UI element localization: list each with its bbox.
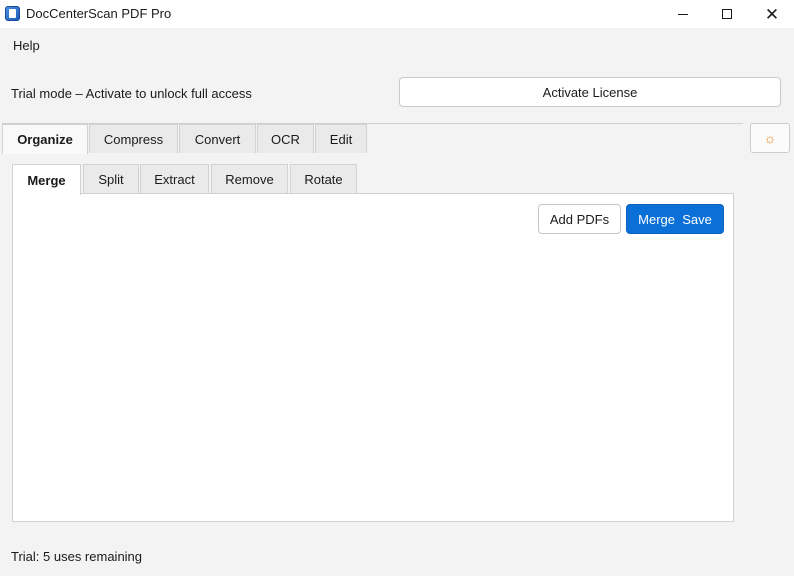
maximize-icon: [722, 9, 732, 19]
tab-convert[interactable]: Convert: [179, 124, 256, 153]
tab-organize[interactable]: Organize: [2, 124, 88, 154]
subtab-extract[interactable]: Extract: [140, 164, 209, 194]
subtab-rotate[interactable]: Rotate: [290, 164, 357, 194]
tab-compress[interactable]: Compress: [89, 124, 178, 153]
activate-license-button[interactable]: Activate License: [399, 77, 781, 107]
trial-message: Trial mode – Activate to unlock full acc…: [11, 86, 252, 101]
menu-bar: Help: [0, 28, 794, 62]
maximize-button[interactable]: [704, 0, 750, 28]
subtab-split[interactable]: Split: [83, 164, 139, 194]
close-icon: ✕: [764, 4, 780, 24]
title-bar: DocCenterScan PDF Pro ✕: [0, 0, 794, 28]
app-icon: [5, 6, 20, 21]
subtab-remove[interactable]: Remove: [211, 164, 288, 194]
subtab-merge[interactable]: Merge: [12, 164, 81, 195]
menu-item-help[interactable]: Help: [13, 38, 40, 53]
status-text: Trial: 5 uses remaining: [11, 549, 143, 564]
merge-panel: Add PDFs Merge Save: [12, 193, 734, 522]
sun-icon: ☼: [763, 130, 777, 146]
tab-ocr[interactable]: OCR: [257, 124, 314, 153]
close-button[interactable]: ✕: [749, 0, 794, 28]
tab-edit[interactable]: Edit: [315, 124, 367, 153]
minimize-button[interactable]: [660, 0, 706, 28]
minimize-icon: [678, 13, 688, 15]
theme-toggle-button[interactable]: ☼: [750, 123, 790, 153]
add-pdfs-button[interactable]: Add PDFs: [538, 204, 621, 234]
merge-save-button[interactable]: Merge Save: [626, 204, 724, 234]
window-title: DocCenterScan PDF Pro: [26, 6, 172, 21]
